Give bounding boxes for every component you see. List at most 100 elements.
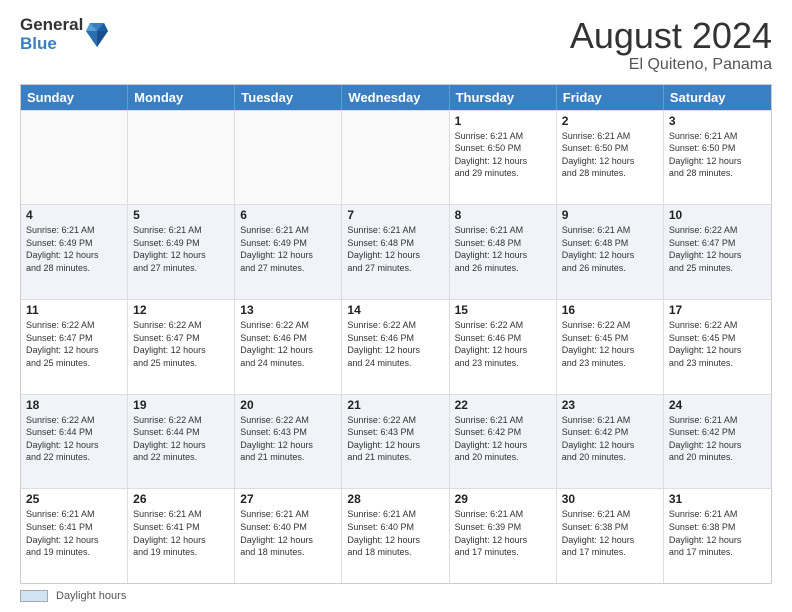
day-info: Sunrise: 6:22 AM Sunset: 6:43 PM Dayligh…	[347, 414, 443, 464]
day-info: Sunrise: 6:22 AM Sunset: 6:43 PM Dayligh…	[240, 414, 336, 464]
day-cell-16: 16 Sunrise: 6:22 AM Sunset: 6:45 PM Dayli…	[557, 300, 664, 394]
day-number: 14	[347, 303, 443, 317]
day-cell-25: 25 Sunrise: 6:21 AM Sunset: 6:41 PM Dayli…	[21, 489, 128, 583]
day-info: Sunrise: 6:21 AM Sunset: 6:49 PM Dayligh…	[133, 224, 229, 274]
day-info: Sunrise: 6:22 AM Sunset: 6:46 PM Dayligh…	[240, 319, 336, 369]
day-info: Sunrise: 6:21 AM Sunset: 6:40 PM Dayligh…	[240, 508, 336, 558]
day-info: Sunrise: 6:22 AM Sunset: 6:44 PM Dayligh…	[133, 414, 229, 464]
empty-cell	[128, 111, 235, 205]
day-info: Sunrise: 6:21 AM Sunset: 6:49 PM Dayligh…	[26, 224, 122, 274]
day-number: 12	[133, 303, 229, 317]
day-cell-2: 2Sunrise: 6:21 AM Sunset: 6:50 PM Daylig…	[557, 111, 664, 205]
day-cell-1: 1Sunrise: 6:21 AM Sunset: 6:50 PM Daylig…	[450, 111, 557, 205]
empty-cell	[21, 111, 128, 205]
day-header-thursday: Thursday	[450, 85, 557, 110]
day-number: 30	[562, 492, 658, 506]
day-cell-3: 3 Sunrise: 6:21 AM Sunset: 6:50 PM Daylig…	[664, 111, 771, 205]
day-info: Sunrise: 6:22 AM Sunset: 6:46 PM Dayligh…	[455, 319, 551, 369]
month-title: August 2024	[570, 16, 772, 56]
day-number: 5	[133, 208, 229, 222]
page: General Blue August 2024 El Quiteno, Pan…	[0, 0, 792, 612]
day-header-wednesday: Wednesday	[342, 85, 449, 110]
day-info: Sunrise: 6:21 AM Sunset: 6:41 PM Dayligh…	[26, 508, 122, 558]
day-number: 7	[347, 208, 443, 222]
day-cell-31: 31 Sunrise: 6:21 AM Sunset: 6:38 PM Dayli…	[664, 489, 771, 583]
day-info: Sunrise: 6:21 AM Sunset: 6:38 PM Dayligh…	[562, 508, 658, 558]
calendar-body: 1 Sunrise: 6:21 AM Sunset: 6:50 PM Daylig…	[21, 110, 771, 583]
day-cell-7: 7Sunrise: 6:21 AM Sunset: 6:48 PM Daylig…	[342, 205, 449, 299]
day-number: 10	[669, 208, 766, 222]
day-info: Sunrise: 6:21 AM Sunset: 6:41 PM Dayligh…	[133, 508, 229, 558]
day-info: Sunrise: 6:21 AM Sunset: 6:42 PM Dayligh…	[562, 414, 658, 464]
day-number: 26	[133, 492, 229, 506]
day-number: 16	[562, 303, 658, 317]
day-number: 28	[347, 492, 443, 506]
day-number: 11	[26, 303, 122, 317]
day-number: 1	[455, 114, 551, 128]
day-number: 31	[669, 492, 766, 506]
day-number: 3	[669, 114, 766, 128]
day-info: Sunrise: 6:22 AM Sunset: 6:45 PM Dayligh…	[562, 319, 658, 369]
day-number: 17	[669, 303, 766, 317]
day-info: Sunrise: 6:21 AM Sunset: 6:42 PM Dayligh…	[669, 414, 766, 464]
day-header-friday: Friday	[557, 85, 664, 110]
day-cell-21: 21 Sunrise: 6:22 AM Sunset: 6:43 PM Dayli…	[342, 395, 449, 489]
day-cell-14: 14 Sunrise: 6:22 AM Sunset: 6:46 PM Dayli…	[342, 300, 449, 394]
day-cell-22: 22Sunrise: 6:21 AM Sunset: 6:42 PM Dayli…	[450, 395, 557, 489]
day-cell-20: 20 Sunrise: 6:22 AM Sunset: 6:43 PM Dayli…	[235, 395, 342, 489]
day-number: 4	[26, 208, 122, 222]
day-cell-30: 30 Sunrise: 6:21 AM Sunset: 6:38 PM Dayli…	[557, 489, 664, 583]
day-cell-5: 5 Sunrise: 6:21 AM Sunset: 6:49 PM Daylig…	[128, 205, 235, 299]
day-cell-19: 19 Sunrise: 6:22 AM Sunset: 6:44 PM Dayli…	[128, 395, 235, 489]
day-cell-18: 18Sunrise: 6:22 AM Sunset: 6:44 PM Dayli…	[21, 395, 128, 489]
daylight-legend-label: Daylight hours	[56, 590, 126, 602]
day-header-tuesday: Tuesday	[235, 85, 342, 110]
day-info: Sunrise: 6:21 AM Sunset: 6:39 PM Dayligh…	[455, 508, 551, 558]
logo-general: General	[20, 16, 83, 35]
calendar-row-5: 25 Sunrise: 6:21 AM Sunset: 6:41 PM Dayli…	[21, 488, 771, 583]
day-info: Sunrise: 6:21 AM Sunset: 6:48 PM Dayligh…	[455, 224, 551, 274]
day-number: 20	[240, 398, 336, 412]
day-number: 25	[26, 492, 122, 506]
day-number: 21	[347, 398, 443, 412]
day-number: 6	[240, 208, 336, 222]
day-info: Sunrise: 6:22 AM Sunset: 6:44 PM Dayligh…	[26, 414, 122, 464]
day-cell-24: 24 Sunrise: 6:21 AM Sunset: 6:42 PM Dayli…	[664, 395, 771, 489]
day-header-saturday: Saturday	[664, 85, 771, 110]
calendar-row-2: 4 Sunrise: 6:21 AM Sunset: 6:49 PM Daylig…	[21, 204, 771, 299]
day-info: Sunrise: 6:22 AM Sunset: 6:45 PM Dayligh…	[669, 319, 766, 369]
day-number: 19	[133, 398, 229, 412]
day-cell-13: 13 Sunrise: 6:22 AM Sunset: 6:46 PM Dayli…	[235, 300, 342, 394]
footer: Daylight hours	[20, 590, 772, 602]
calendar-row-4: 18Sunrise: 6:22 AM Sunset: 6:44 PM Dayli…	[21, 394, 771, 489]
day-number: 8	[455, 208, 551, 222]
day-info: Sunrise: 6:21 AM Sunset: 6:50 PM Dayligh…	[562, 130, 658, 180]
day-info: Sunrise: 6:22 AM Sunset: 6:46 PM Dayligh…	[347, 319, 443, 369]
day-cell-28: 28Sunrise: 6:21 AM Sunset: 6:40 PM Dayli…	[342, 489, 449, 583]
calendar-header: SundayMondayTuesdayWednesdayThursdayFrid…	[21, 85, 771, 110]
day-number: 23	[562, 398, 658, 412]
day-cell-4: 4 Sunrise: 6:21 AM Sunset: 6:49 PM Daylig…	[21, 205, 128, 299]
day-info: Sunrise: 6:21 AM Sunset: 6:38 PM Dayligh…	[669, 508, 766, 558]
day-info: Sunrise: 6:21 AM Sunset: 6:50 PM Dayligh…	[669, 130, 766, 180]
day-info: Sunrise: 6:22 AM Sunset: 6:47 PM Dayligh…	[26, 319, 122, 369]
location-title: El Quiteno, Panama	[570, 56, 772, 74]
day-cell-29: 29Sunrise: 6:21 AM Sunset: 6:39 PM Dayli…	[450, 489, 557, 583]
day-info: Sunrise: 6:21 AM Sunset: 6:48 PM Dayligh…	[562, 224, 658, 274]
day-info: Sunrise: 6:22 AM Sunset: 6:47 PM Dayligh…	[669, 224, 766, 274]
day-number: 13	[240, 303, 336, 317]
day-header-monday: Monday	[128, 85, 235, 110]
day-number: 15	[455, 303, 551, 317]
day-number: 27	[240, 492, 336, 506]
day-cell-8: 8 Sunrise: 6:21 AM Sunset: 6:48 PM Daylig…	[450, 205, 557, 299]
logo-blue: Blue	[20, 35, 83, 54]
day-cell-15: 15 Sunrise: 6:22 AM Sunset: 6:46 PM Dayli…	[450, 300, 557, 394]
logo-icon	[86, 21, 108, 49]
day-number: 22	[455, 398, 551, 412]
calendar-row-1: 1 Sunrise: 6:21 AM Sunset: 6:50 PM Daylig…	[21, 110, 771, 205]
day-cell-23: 23 Sunrise: 6:21 AM Sunset: 6:42 PM Dayli…	[557, 395, 664, 489]
day-cell-11: 11 Sunrise: 6:22 AM Sunset: 6:47 PM Dayli…	[21, 300, 128, 394]
day-cell-27: 27 Sunrise: 6:21 AM Sunset: 6:40 PM Dayli…	[235, 489, 342, 583]
empty-cell	[342, 111, 449, 205]
day-number: 24	[669, 398, 766, 412]
